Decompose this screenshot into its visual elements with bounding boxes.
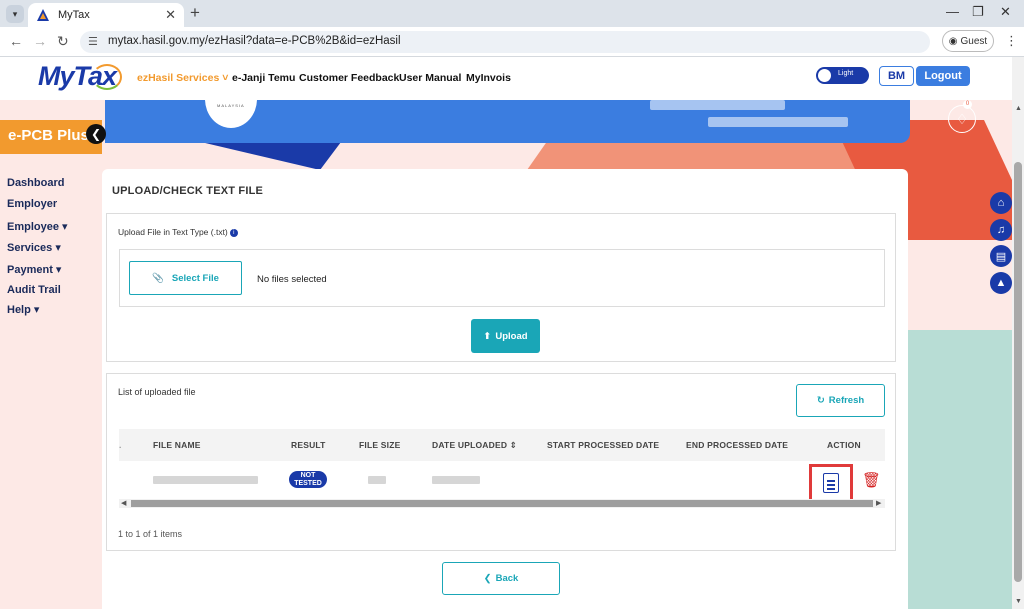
tab-title: MyTax: [58, 9, 90, 21]
upload-button[interactable]: ⬆ Upload: [471, 319, 540, 353]
sidebar-item-payment[interactable]: Payment ▾: [7, 263, 61, 276]
sort-icon: ⇕: [509, 440, 518, 450]
minimize-icon[interactable]: —: [946, 4, 959, 19]
paperclip-icon: 📎: [152, 272, 164, 284]
col-file-name[interactable]: FILE NAME: [153, 440, 201, 450]
seal-text: MALAYSIA: [217, 103, 245, 108]
close-window-icon[interactable]: ✕: [1000, 4, 1011, 20]
table-row: NOT TESTED 🗑: [119, 461, 885, 502]
redacted-file-name: [153, 476, 258, 484]
col-result[interactable]: RESULT: [291, 440, 326, 450]
result-status-badge: NOT TESTED: [289, 471, 327, 488]
forward-arrow-icon[interactable]: →: [33, 33, 47, 49]
horizontal-scrollbar[interactable]: ◀ ▶: [119, 499, 885, 508]
col-file-size[interactable]: FILE SIZE: [359, 440, 400, 450]
refresh-button[interactable]: ↻ Refresh: [796, 384, 885, 417]
trash-icon[interactable]: 🗑: [862, 471, 881, 489]
file-picker: 📎 Select File No files selected: [119, 249, 885, 307]
sidebar-collapse-icon[interactable]: ❮: [86, 124, 106, 144]
back-arrow-icon[interactable]: ←: [9, 33, 23, 49]
bell-icon[interactable]: ♢: [948, 105, 976, 133]
sidebar-item-dashboard[interactable]: Dashboard: [7, 177, 64, 189]
browser-tab[interactable]: MyTax ✕: [28, 3, 184, 27]
document-icon: [823, 473, 839, 493]
info-icon[interactable]: i: [229, 228, 238, 237]
url-bar[interactable]: ☰ mytax.hasil.gov.my/ezHasil?data=e-PCB%…: [80, 31, 930, 53]
back-circle-icon: ❮: [483, 573, 492, 584]
col-start-processed-date[interactable]: START PROCESSED DATE: [547, 440, 659, 450]
sidebar-item-employer[interactable]: Employer: [7, 198, 57, 210]
sidebar-item-help[interactable]: Help ▾: [7, 303, 39, 316]
scrollbar-thumb[interactable]: [1014, 162, 1022, 582]
logout-button[interactable]: Logout: [916, 66, 970, 86]
megaphone-icon[interactable]: ♫: [990, 219, 1012, 241]
theme-toggle[interactable]: Light: [816, 67, 869, 84]
col-date-uploaded[interactable]: DATE UPLOADED ⇕: [432, 440, 517, 451]
page-body: MALAYSIA ♢ 0 e-PCB Plus Dashboard Employ…: [0, 100, 1012, 609]
scroll-down-icon[interactable]: ▼: [1015, 598, 1022, 605]
menu-user-manual[interactable]: User Manual: [399, 72, 461, 84]
site-info-icon[interactable]: ☰: [88, 35, 98, 48]
upload-label: Upload File in Text Type (.txt) i: [118, 227, 238, 237]
upload-card: UPLOAD/CHECK TEXT FILE Upload File in Te…: [102, 169, 908, 609]
logo-swoosh-icon: [92, 64, 122, 90]
scrollbar-thumb[interactable]: [131, 500, 873, 507]
upload-panel: Upload File in Text Type (.txt) i 📎 Selec…: [106, 213, 896, 362]
home-icon[interactable]: ⌂: [990, 192, 1012, 214]
vertical-scrollbar[interactable]: ▲ ▼: [1012, 57, 1024, 609]
sidebar: e-PCB Plus Dashboard Employer Employee ▾…: [0, 100, 102, 609]
sidebar-title: e-PCB Plus: [8, 127, 89, 144]
address-toolbar: ← → ↻ ☰ mytax.hasil.gov.my/ezHasil?data=…: [0, 27, 1024, 57]
person-icon: ◉: [948, 35, 958, 47]
menu-customer-feedback[interactable]: Customer Feedback: [299, 72, 399, 84]
restore-icon[interactable]: ❐: [972, 4, 984, 20]
book-icon[interactable]: ▤: [990, 245, 1012, 267]
redacted-text: [650, 100, 785, 110]
refresh-icon: ↻: [816, 395, 825, 406]
uploaded-files-panel: List of uploaded file ↻ Refresh . FILE N…: [106, 373, 896, 551]
select-file-button[interactable]: 📎 Select File: [129, 261, 242, 295]
toggle-label: Light: [838, 70, 854, 77]
graduation-cap-icon[interactable]: ▲: [990, 272, 1012, 294]
new-tab-icon[interactable]: +: [190, 4, 200, 22]
sidebar-item-audit-trail[interactable]: Audit Trail: [7, 284, 61, 296]
close-tab-icon[interactable]: ✕: [165, 7, 176, 23]
col-action: ACTION: [827, 440, 861, 450]
profile-banner: MALAYSIA ♢ 0: [105, 100, 976, 143]
notification-badge: 0: [963, 100, 972, 109]
browser-tabbar: ▾ MyTax ✕ + — ❐ ✕: [0, 0, 1024, 27]
back-button[interactable]: ❮ Back: [442, 562, 560, 595]
scroll-left-icon[interactable]: ◀: [121, 499, 126, 507]
toggle-knob: [818, 69, 831, 82]
table-header: . FILE NAME RESULT FILE SIZE DATE UPLOAD…: [119, 429, 885, 461]
user-initials-button[interactable]: BM: [879, 66, 914, 86]
reload-icon[interactable]: ↻: [57, 33, 69, 50]
scroll-right-icon[interactable]: ▶: [876, 499, 881, 507]
mytax-favicon-icon: [37, 9, 49, 21]
scroll-up-icon[interactable]: ▲: [1015, 105, 1022, 112]
profile-label: Guest: [960, 35, 988, 47]
url-text[interactable]: mytax.hasil.gov.my/ezHasil?data=e-PCB%2B…: [108, 35, 401, 47]
chevron-down-icon: ˅: [222, 72, 229, 84]
redacted-file-size: [368, 476, 386, 484]
list-label: List of uploaded file: [118, 387, 196, 397]
tab-list-icon[interactable]: ▾: [6, 5, 24, 23]
redacted-date-uploaded: [432, 476, 480, 484]
selected-file-status: No files selected: [257, 274, 327, 285]
sidebar-item-services[interactable]: Services ▾: [7, 241, 61, 254]
view-file-button[interactable]: [809, 464, 853, 502]
more-menu-icon[interactable]: ⋮: [1005, 33, 1018, 49]
profile-button[interactable]: ◉ Guest: [942, 30, 994, 52]
page-title: UPLOAD/CHECK TEXT FILE: [112, 185, 264, 197]
redacted-text: [708, 117, 848, 127]
menu-e-janji-temu[interactable]: e-Janji Temu: [232, 72, 295, 84]
upload-icon: ⬆: [483, 330, 492, 342]
sidebar-item-employee[interactable]: Employee ▾: [7, 220, 68, 233]
decor-shape: [900, 330, 1012, 609]
col-end-processed-date[interactable]: END PROCESSED DATE: [686, 440, 788, 450]
menu-myinvois[interactable]: MyInvois: [466, 72, 511, 84]
menu-ezhasil-services[interactable]: ezHasil Services ˅: [137, 72, 228, 84]
site-header: MyTax ezHasil Services ˅ e-Janji Temu Cu…: [0, 57, 1012, 100]
pager-info: 1 to 1 of 1 items: [118, 529, 183, 539]
